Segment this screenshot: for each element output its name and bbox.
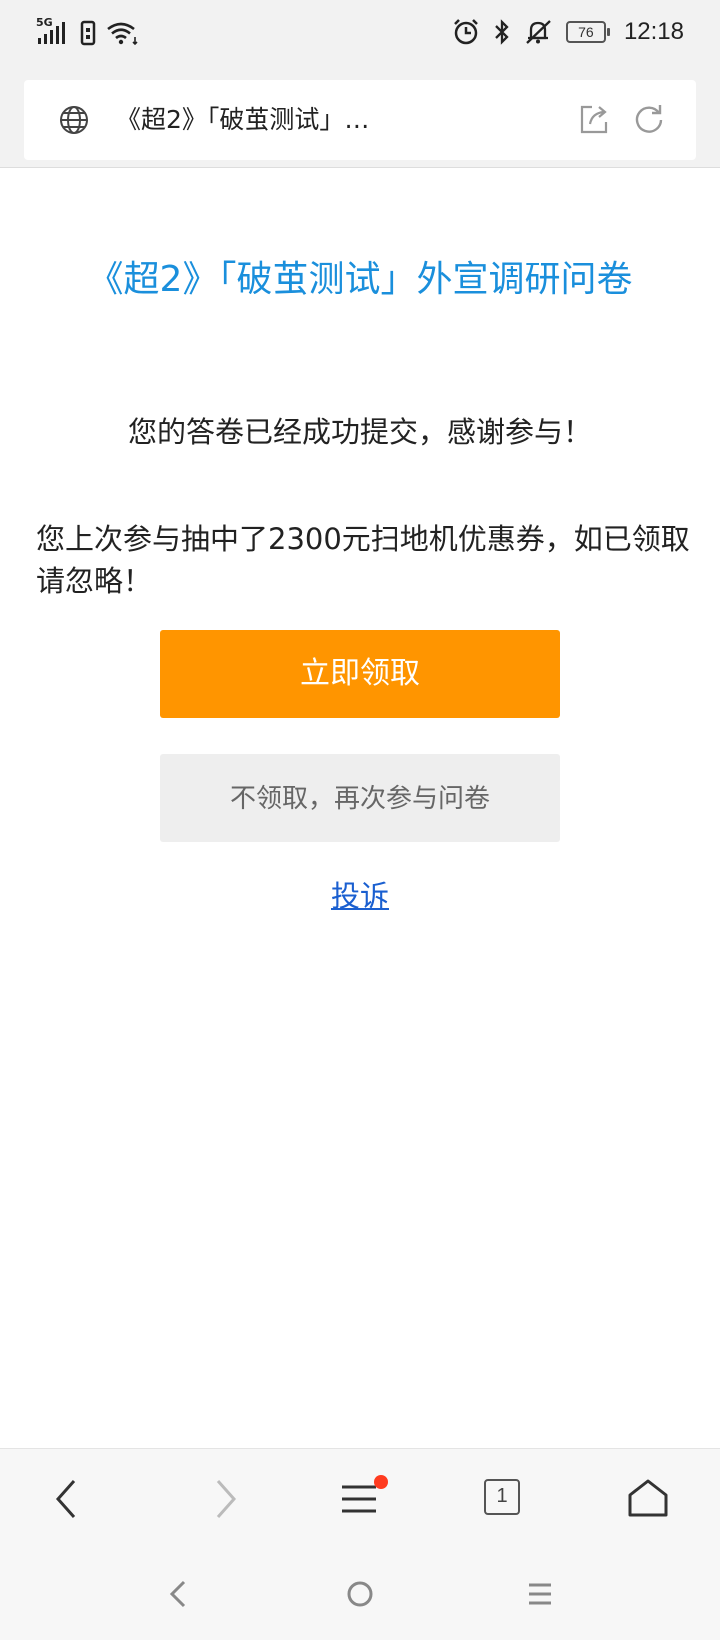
prize-message-text: 您上次参与抽中了2300元扫地机优惠券，如已领取请忽略！	[36, 522, 690, 598]
home-circle-icon	[347, 1581, 373, 1607]
system-back-button[interactable]	[166, 1574, 190, 1618]
status-bar: 5G 76 12:18	[0, 0, 720, 72]
sim-card-icon	[80, 20, 96, 46]
system-recents-button[interactable]	[526, 1574, 554, 1618]
network-type-label: 5G	[36, 16, 53, 29]
submission-thanks-text: 您的答卷已经成功提交，感谢参与！	[127, 415, 592, 449]
survey-title: 《超2》「破茧测试」外宣调研问卷	[87, 259, 633, 300]
share-icon[interactable]	[578, 102, 612, 136]
alarm-icon	[454, 19, 478, 45]
chevron-left-icon	[55, 1480, 76, 1518]
retake-survey-button[interactable]: 不领取，再次参与问卷	[160, 754, 560, 842]
address-bar-container: 《超2》「破茧测试」…	[0, 72, 720, 168]
globe-icon	[60, 106, 88, 134]
back-triangle-icon	[169, 1580, 186, 1608]
tabs-count: 1	[484, 1479, 520, 1515]
battery-icon: 76	[565, 21, 610, 43]
browser-toolbar: 1	[0, 1448, 720, 1548]
home-button[interactable]	[626, 1473, 678, 1525]
recents-lines-icon	[529, 1583, 551, 1605]
mute-icon	[526, 20, 551, 44]
system-navigation-bar	[0, 1548, 720, 1640]
notification-dot	[374, 1475, 388, 1489]
chevron-right-icon	[216, 1480, 237, 1518]
home-icon	[628, 1479, 668, 1517]
menu-button[interactable]	[340, 1473, 392, 1525]
forward-button[interactable]	[204, 1473, 256, 1525]
bluetooth-icon	[495, 19, 509, 45]
page-title-in-address-bar[interactable]: 《超2》「破茧测试」…	[116, 104, 476, 136]
address-bar[interactable]: 《超2》「破茧测试」…	[24, 80, 696, 160]
complain-link[interactable]: 投诉	[0, 876, 720, 916]
status-left: 5G	[36, 16, 140, 46]
system-home-button[interactable]	[344, 1574, 376, 1618]
tabs-button[interactable]: 1	[484, 1479, 536, 1531]
cellular-signal-icon: 5G	[36, 16, 70, 46]
claim-now-button[interactable]: 立即领取	[160, 630, 560, 718]
refresh-icon[interactable]	[632, 102, 666, 136]
status-time: 12:18	[623, 18, 684, 45]
status-right: 76 12:18	[452, 18, 684, 46]
back-button[interactable]	[48, 1473, 100, 1525]
wifi-icon	[107, 22, 138, 46]
